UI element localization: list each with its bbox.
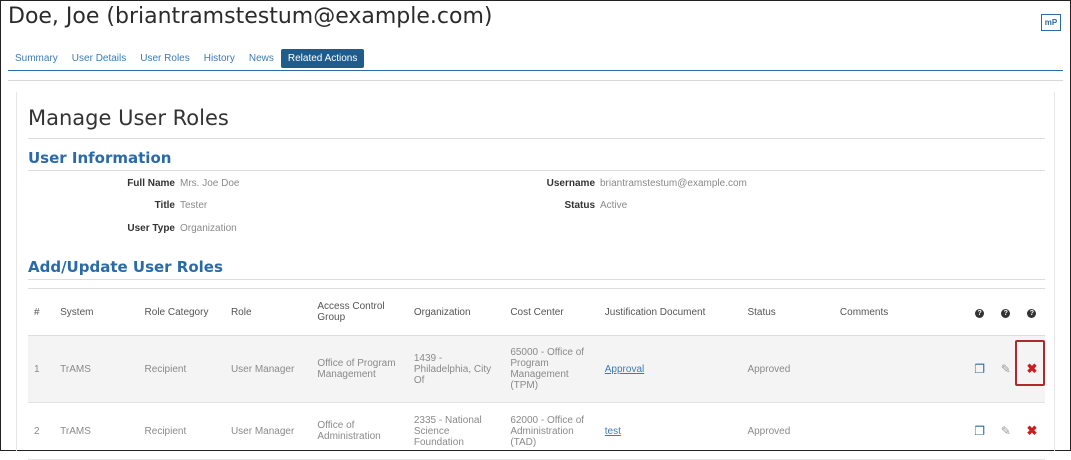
tab-divider — [8, 70, 1063, 71]
section-title: Manage User Roles — [28, 106, 229, 130]
table-row: 1 TrAMS Recipient User Manager Office of… — [28, 335, 1045, 403]
status-value: Active — [600, 200, 628, 211]
column-header-justification-document: Justification Document — [598, 288, 742, 336]
column-header-role: Role — [224, 288, 312, 336]
column-header-role-category: Role Category — [138, 288, 225, 336]
copy-cell: ❐ — [966, 335, 993, 403]
status-cell: Approved — [741, 335, 834, 403]
comments-cell — [833, 335, 967, 403]
help-icon[interactable]: ? — [1027, 308, 1037, 318]
column-header-copy: ? — [966, 288, 993, 336]
full-name-value: Mrs. Joe Doe — [180, 178, 240, 189]
copy-icon[interactable]: ❐ — [974, 424, 985, 438]
column-header-cost-center: Cost Center — [504, 288, 599, 336]
app-logo-icon[interactable]: mP — [1041, 14, 1061, 31]
divider — [28, 138, 1045, 139]
page-title: Doe, Joe (briantramstestum@example.com) — [8, 4, 493, 29]
row-number: 1 — [28, 335, 55, 403]
tab-bar: Summary User Details User Roles History … — [8, 47, 365, 69]
cost-center-cell: 65000 - Office of Program Management (TP… — [504, 335, 599, 403]
title-value: Tester — [180, 200, 208, 211]
edit-icon[interactable]: ✎ — [1001, 424, 1011, 438]
table-header-row: # System Role Category Role Access Contr… — [28, 288, 1045, 336]
column-header-edit: ? — [992, 288, 1019, 336]
column-header-status: Status — [741, 288, 834, 336]
username-label: Username — [546, 178, 595, 189]
tab-user-roles[interactable]: User Roles — [133, 49, 196, 68]
help-icon[interactable]: ? — [1001, 308, 1011, 318]
delete-highlight-box — [1015, 340, 1045, 386]
user-roles-table: # System Role Category Role Access Contr… — [28, 288, 1045, 460]
divider — [28, 279, 1045, 280]
delete-icon[interactable]: ✖ — [1026, 423, 1037, 439]
tab-user-details[interactable]: User Details — [65, 49, 133, 68]
user-information-heading: User Information — [28, 149, 172, 167]
justification-document-link[interactable]: Approval — [605, 364, 644, 375]
tab-history[interactable]: History — [197, 49, 242, 68]
edit-icon[interactable]: ✎ — [1001, 362, 1011, 376]
column-header-organization: Organization — [407, 288, 505, 336]
column-header-access-control-group: Access Control Group — [311, 288, 408, 336]
status-label: Status — [564, 200, 595, 211]
justification-document-link[interactable]: test — [605, 426, 621, 437]
role-cell: User Manager — [224, 335, 312, 403]
tab-news[interactable]: News — [242, 49, 281, 68]
add-update-roles-heading: Add/Update User Roles — [28, 258, 223, 276]
column-header-system: System — [54, 288, 139, 336]
justification-cell: Approval — [598, 335, 742, 403]
tab-related-actions[interactable]: Related Actions — [280, 48, 365, 68]
help-icon[interactable]: ? — [975, 308, 985, 318]
user-type-label: User Type — [127, 223, 175, 234]
column-header-comments: Comments — [833, 288, 967, 336]
tab-summary[interactable]: Summary — [8, 49, 65, 68]
divider — [28, 170, 1045, 171]
content-divider — [8, 80, 1063, 81]
full-name-label: Full Name — [127, 178, 175, 189]
access-control-group-cell: Office of Program Management — [311, 335, 408, 403]
title-label: Title — [154, 200, 175, 211]
copy-icon[interactable]: ❐ — [974, 362, 985, 376]
system-cell: TrAMS — [54, 335, 139, 403]
column-header-delete: ? — [1018, 288, 1045, 336]
user-type-value: Organization — [180, 223, 237, 234]
organization-cell: 1439 - Philadelphia, City Of — [407, 335, 505, 403]
column-header-number: # — [28, 288, 55, 336]
username-value: briantramstestum@example.com — [600, 178, 747, 189]
role-category-cell: Recipient — [138, 335, 225, 403]
